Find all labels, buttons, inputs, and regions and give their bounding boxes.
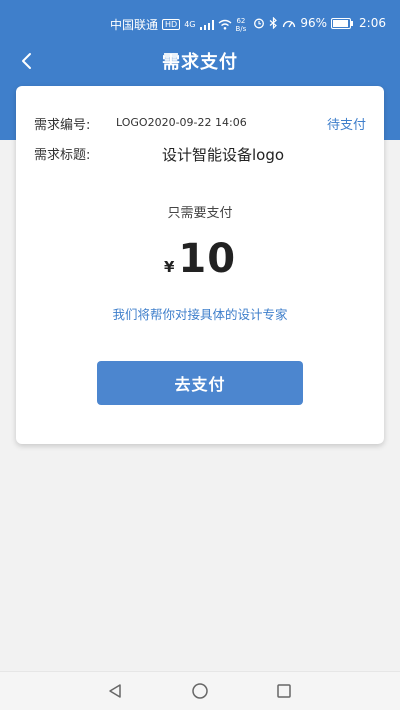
wifi-icon <box>218 19 231 30</box>
battery-percent: 96% <box>300 16 328 30</box>
order-status[interactable]: 待支付 <box>327 114 366 133</box>
signal-icon <box>199 19 214 30</box>
clock-time: 2:06 <box>359 16 386 30</box>
nav-bar: 需求支付 <box>0 44 400 78</box>
payment-hint: 只需要支付 <box>167 206 233 221</box>
order-title-label: 需求标题: <box>34 148 91 163</box>
currency-symbol: ¥ <box>163 258 175 276</box>
status-left: 中国联通 HD 4G 62 B/s <box>110 16 246 33</box>
speedometer-icon <box>283 20 296 28</box>
circle-home-icon <box>192 683 208 699</box>
system-back-button[interactable] <box>104 680 126 702</box>
status-right: 96% 2:06 <box>253 16 386 30</box>
network-speed: 62 B/s <box>236 17 247 33</box>
expert-tip: 我们将帮你对接具体的设计专家 <box>112 307 288 322</box>
order-number-value: LOGO2020-09-22 14:06 <box>116 116 247 129</box>
network-type: 4G <box>184 20 196 29</box>
battery-icon <box>331 17 354 29</box>
pay-button[interactable]: 去支付 <box>97 361 303 405</box>
square-recent-icon <box>277 684 291 698</box>
page-title: 需求支付 <box>162 52 238 73</box>
payment-card: 需求编号: LOGO2020-09-22 14:06 待支付 需求标题: 设计智… <box>16 86 384 444</box>
status-bar: 中国联通 HD 4G 62 B/s 96% 2:06 <box>0 0 400 44</box>
amount-value: 10 <box>178 236 237 282</box>
speed-unit: B/s <box>235 24 247 33</box>
hd-badge: HD <box>162 19 181 30</box>
payment-amount: ¥10 <box>16 236 384 282</box>
order-number-label: 需求编号: <box>34 118 91 133</box>
order-title-value: 设计智能设备logo <box>162 146 285 164</box>
order-title-row: 需求标题: 设计智能设备logo <box>34 144 366 168</box>
system-nav-bar <box>0 671 400 710</box>
triangle-back-icon <box>109 684 121 698</box>
carrier-name: 中国联通 <box>110 18 159 32</box>
bluetooth-icon <box>269 17 278 29</box>
order-number-row: 需求编号: LOGO2020-09-22 14:06 待支付 <box>34 114 366 134</box>
alarm-icon <box>254 18 265 29</box>
system-home-button[interactable] <box>189 680 211 702</box>
speed-value: 62 <box>236 16 246 25</box>
system-recent-button[interactable] <box>273 680 295 702</box>
